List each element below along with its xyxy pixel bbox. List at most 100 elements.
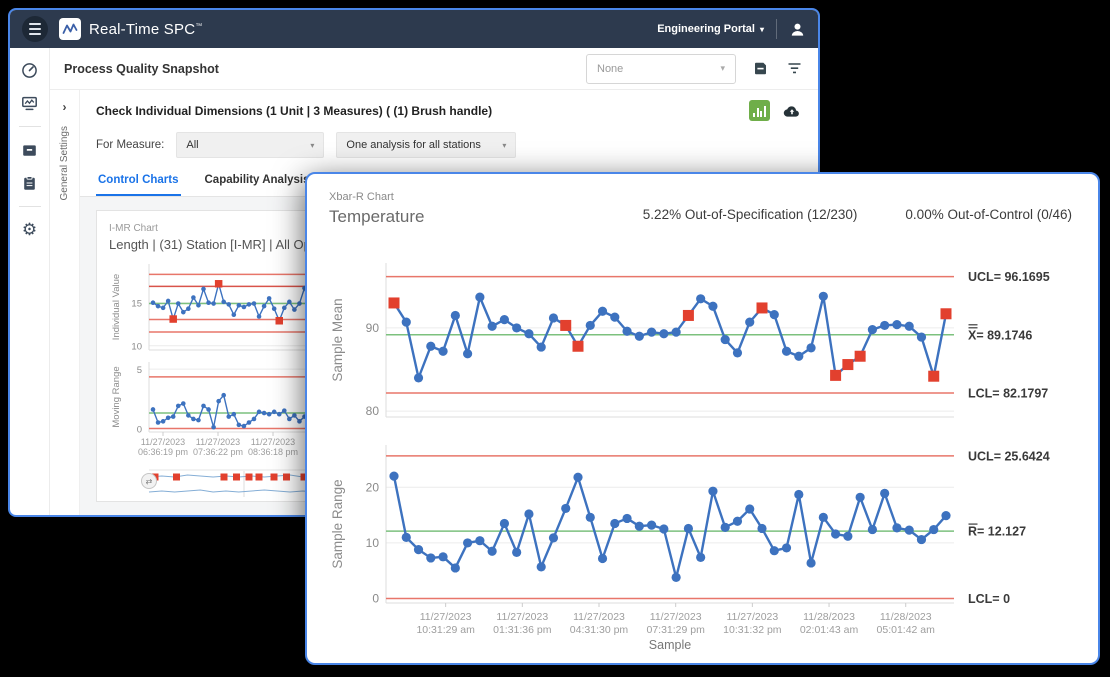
data-point[interactable] [451,311,460,320]
data-point[interactable] [402,318,411,327]
data-point[interactable] [287,417,292,422]
data-point[interactable] [880,321,889,330]
oos-point[interactable] [215,280,223,288]
data-point[interactable] [151,407,156,412]
data-point[interactable] [586,321,595,330]
data-point[interactable] [610,313,619,322]
data-point[interactable] [794,490,803,499]
settings-gear-icon[interactable]: ⚙ [18,218,42,242]
data-point[interactable] [647,327,656,336]
data-point[interactable] [292,413,297,418]
data-point[interactable] [806,558,815,567]
data-point[interactable] [196,303,201,308]
data-point[interactable] [201,287,206,292]
data-point[interactable] [475,293,484,302]
data-point[interactable] [186,306,191,311]
data-point[interactable] [297,419,302,424]
data-point[interactable] [237,303,242,308]
data-point[interactable] [659,524,668,533]
data-point[interactable] [252,417,257,422]
data-point[interactable] [659,329,668,338]
oos-point[interactable] [757,302,768,313]
data-point[interactable] [488,547,497,556]
data-point[interactable] [287,300,292,305]
archive-box-icon[interactable] [18,138,42,162]
data-point[interactable] [257,314,262,319]
data-point[interactable] [708,487,717,496]
data-point[interactable] [426,553,435,562]
data-point[interactable] [672,573,681,582]
data-point[interactable] [206,300,211,305]
data-point[interactable] [262,304,267,309]
data-point[interactable] [917,332,926,341]
data-point[interactable] [635,522,644,531]
data-point[interactable] [757,524,766,533]
data-point[interactable] [512,548,521,557]
data-point[interactable] [267,412,272,417]
data-point[interactable] [782,543,791,552]
chart-view-button[interactable] [749,100,770,121]
data-point[interactable] [782,347,791,356]
hamburger-menu-icon[interactable] [22,16,48,42]
data-point[interactable] [892,523,901,532]
data-point[interactable] [868,525,877,534]
data-point[interactable] [211,425,216,430]
data-point[interactable] [161,419,166,424]
measure-select[interactable]: All ▾ [176,132,324,158]
filter-icon[interactable] [784,59,804,79]
data-point[interactable] [500,315,509,324]
data-point[interactable] [262,411,267,416]
data-point[interactable] [156,304,161,309]
data-point[interactable] [414,373,423,382]
data-point[interactable] [171,414,176,419]
data-point[interactable] [402,533,411,542]
data-point[interactable] [905,526,914,535]
oos-point[interactable] [842,359,853,370]
oos-point[interactable] [169,315,177,323]
data-point[interactable] [868,325,877,334]
data-point[interactable] [708,302,717,311]
data-point[interactable] [733,517,742,526]
data-point[interactable] [586,513,595,522]
data-point[interactable] [272,306,277,311]
snapshot-preset-select[interactable]: None ▾ [586,54,736,84]
data-point[interactable] [549,313,558,322]
data-point[interactable] [186,413,191,418]
oos-point[interactable] [276,317,284,325]
data-point[interactable] [745,318,754,327]
data-point[interactable] [414,545,423,554]
data-point[interactable] [237,423,242,428]
data-point[interactable] [389,472,398,481]
navigator-drag-handle-icon[interactable]: ⇄ [141,473,157,489]
data-point[interactable] [941,511,950,520]
oos-point[interactable] [389,297,400,308]
oos-point[interactable] [830,370,841,381]
oos-point[interactable] [573,341,584,352]
data-point[interactable] [242,305,247,310]
data-point[interactable] [151,300,156,305]
data-point[interactable] [537,342,546,351]
data-point[interactable] [524,509,533,518]
data-point[interactable] [166,415,171,420]
data-point[interactable] [191,295,196,300]
data-point[interactable] [622,327,631,336]
data-point[interactable] [524,329,533,338]
data-point[interactable] [247,302,252,307]
data-point[interactable] [573,473,582,482]
data-point[interactable] [166,299,171,304]
data-point[interactable] [598,307,607,316]
cloud-export-icon[interactable] [782,101,802,121]
oos-point[interactable] [560,320,571,331]
data-point[interactable] [156,420,161,425]
data-point[interactable] [672,327,681,336]
portal-dropdown[interactable]: Engineering Portal▾ [657,23,764,35]
oos-point[interactable] [855,351,866,362]
data-point[interactable] [537,562,546,571]
data-point[interactable] [929,525,938,534]
expand-chevron-icon[interactable]: › [63,100,67,114]
data-point[interactable] [696,294,705,303]
save-icon[interactable] [750,59,770,79]
data-point[interactable] [806,343,815,352]
analysis-mode-select[interactable]: One analysis for all stations ▾ [336,132,516,158]
data-point[interactable] [181,401,186,406]
